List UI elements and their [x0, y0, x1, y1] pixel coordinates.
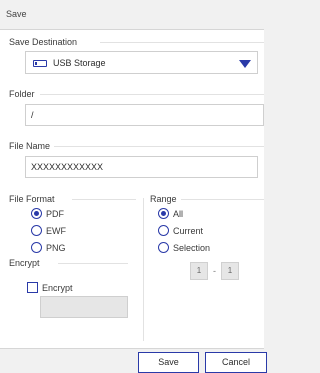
- file-name-label: File Name: [9, 141, 55, 151]
- file-format-label: File Format: [9, 194, 59, 204]
- range-all-label: All: [173, 209, 184, 219]
- folder-label: Folder: [9, 89, 39, 99]
- format-png-label: PNG: [46, 243, 66, 253]
- window-title: Save: [6, 9, 27, 19]
- encrypt-checkbox-label: Encrypt: [42, 283, 73, 293]
- range-selection-radio[interactable]: [158, 242, 169, 253]
- range-current-label: Current: [173, 226, 204, 236]
- title-bar: Save: [0, 0, 264, 30]
- range-current-radio[interactable]: [158, 225, 169, 236]
- password-field: [40, 296, 128, 318]
- range-label: Range: [150, 194, 181, 204]
- divider: [72, 199, 136, 200]
- encrypt-checkbox[interactable]: [27, 282, 38, 293]
- cancel-button[interactable]: Cancel: [205, 352, 267, 373]
- divider: [180, 199, 264, 200]
- divider: [54, 146, 264, 147]
- format-png-radio[interactable]: [31, 242, 42, 253]
- divider: [100, 42, 264, 43]
- range-all-radio[interactable]: [158, 208, 169, 219]
- format-ewf-label: EWF: [46, 226, 66, 236]
- range-from-field: 1: [190, 262, 208, 280]
- range-to-field: 1: [221, 262, 239, 280]
- usb-storage-icon: [33, 60, 47, 67]
- range-selection-label: Selection: [173, 243, 211, 253]
- format-pdf-label: PDF: [46, 209, 64, 219]
- range-separator: -: [213, 266, 216, 276]
- format-pdf-radio[interactable]: [31, 208, 42, 219]
- dropdown-arrow-icon: [239, 60, 251, 68]
- column-divider: [143, 198, 144, 341]
- format-ewf-radio[interactable]: [31, 225, 42, 236]
- divider: [40, 94, 264, 95]
- save-destination-value: USB Storage: [53, 58, 106, 68]
- save-destination-dropdown[interactable]: USB Storage: [25, 51, 258, 74]
- folder-field[interactable]: /: [25, 104, 264, 126]
- file-name-field[interactable]: XXXXXXXXXXXX: [25, 156, 258, 178]
- save-button[interactable]: Save: [138, 352, 199, 373]
- encrypt-section-label: Encrypt: [9, 258, 44, 268]
- save-destination-label: Save Destination: [9, 37, 82, 47]
- divider: [58, 263, 128, 264]
